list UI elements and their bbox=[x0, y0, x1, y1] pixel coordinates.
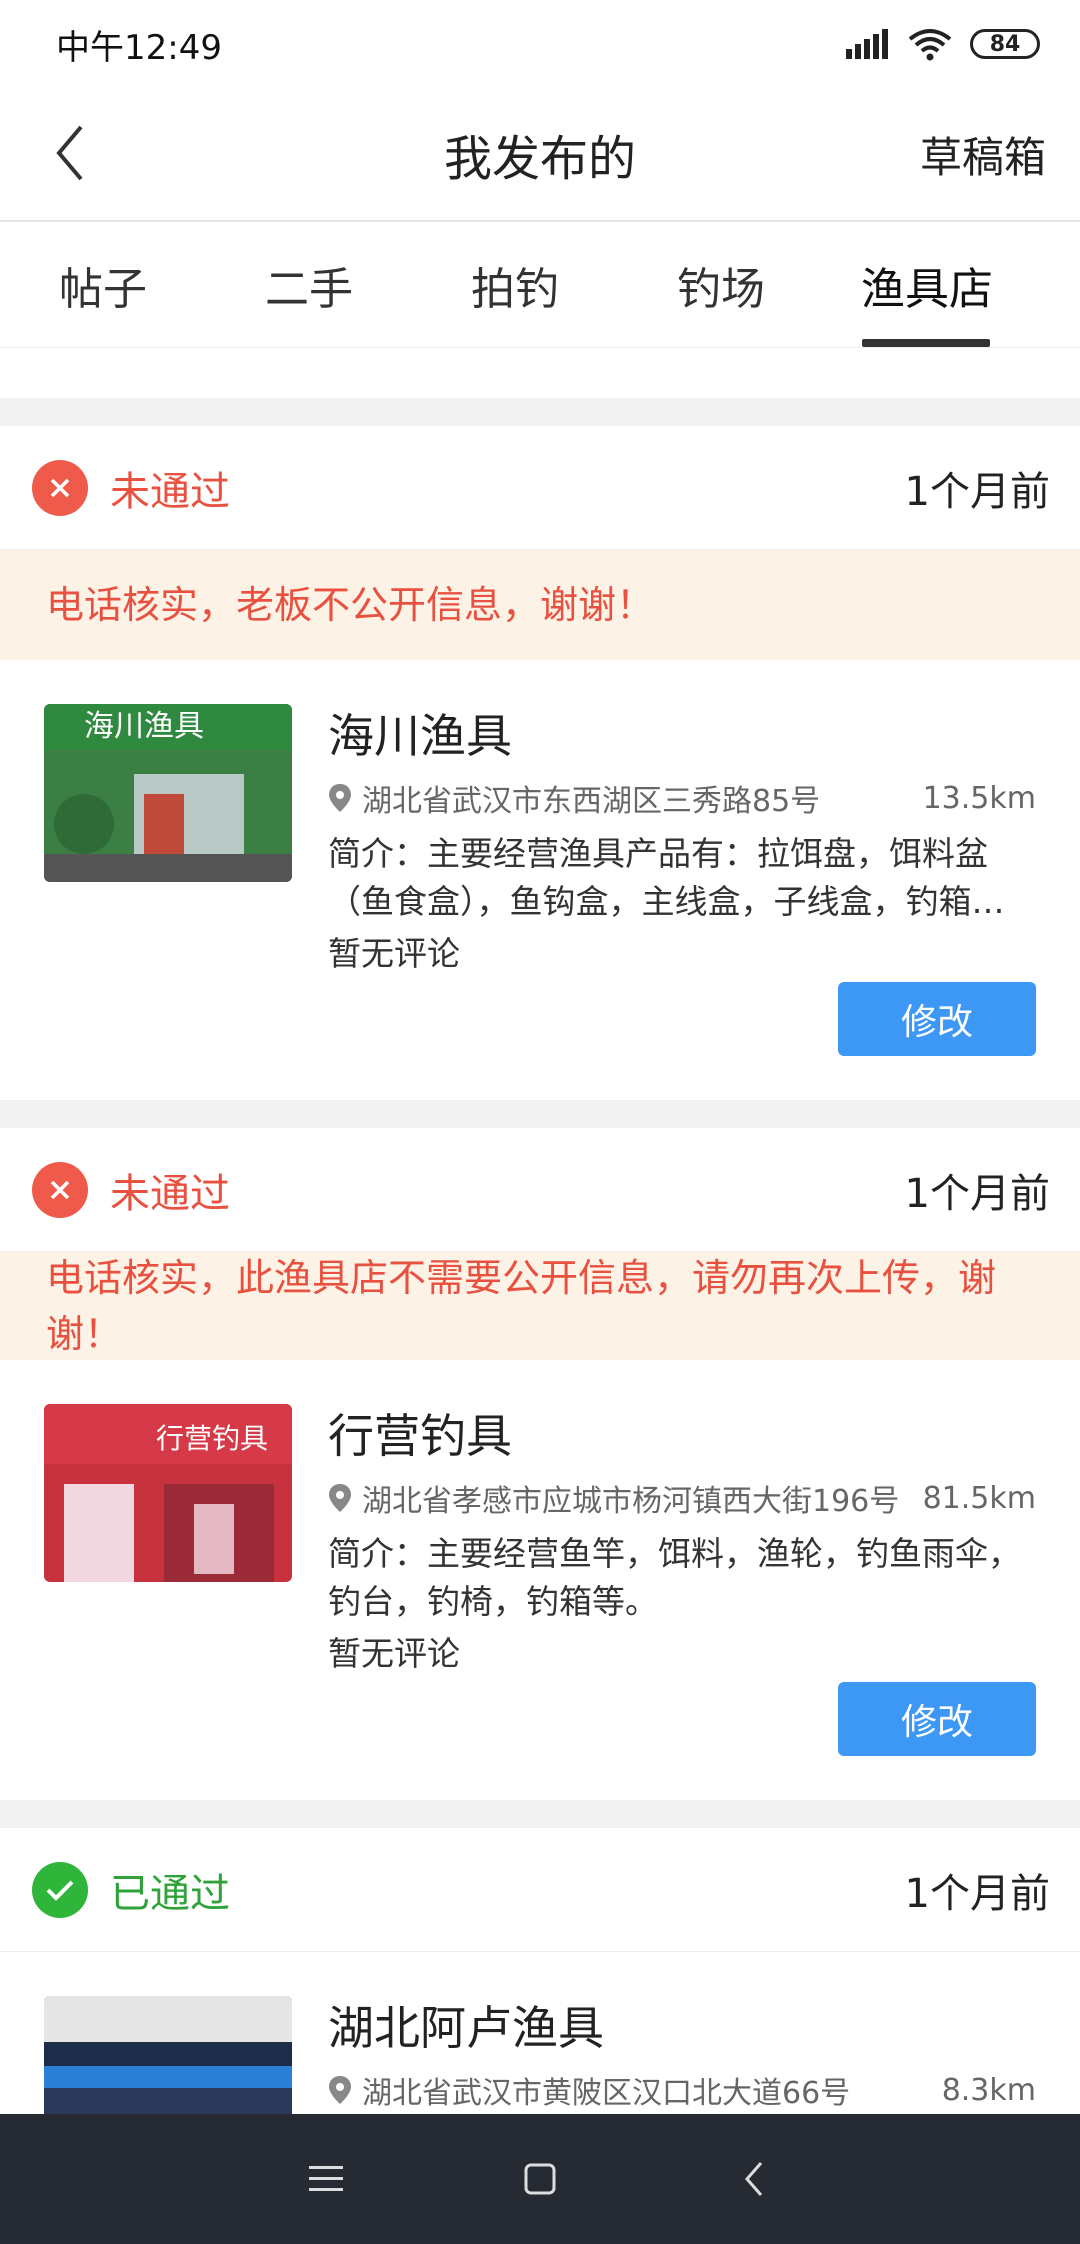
battery-level: 84 bbox=[989, 31, 1021, 57]
tab-second-hand[interactable]: 二手 bbox=[206, 222, 412, 347]
nav-back-button[interactable] bbox=[709, 2134, 799, 2224]
category-tabs: 帖子 二手 拍钓 钓场 渔具店 bbox=[0, 222, 1080, 348]
shop-name: 海川渔具 bbox=[328, 709, 512, 763]
shop-name: 湖北阿卢渔具 bbox=[328, 2001, 604, 2055]
status-label: 未通过 bbox=[110, 468, 230, 515]
post-time: 1个月前 bbox=[904, 468, 1050, 515]
post-card: 已通过 1个月前 湖北阿卢渔具 湖北省武汉市黄陂区汉口北大道66号 8.3km bbox=[0, 1828, 1080, 2114]
battery-indicator: 84 bbox=[970, 29, 1040, 59]
location-pin-icon bbox=[329, 1484, 351, 1512]
post-card: 未通过 1个月前 电话核实，老板不公开信息，谢谢！ 海川渔具 海川渔具 湖北省武… bbox=[0, 426, 1080, 1100]
shop-intro: 简介：主要经营渔具产品有：拉饵盘，饵料盆（鱼食盒），鱼钩盒，主线盒，子线盒，钓箱… bbox=[328, 834, 1005, 921]
shop-distance: 13.5km bbox=[922, 780, 1036, 816]
address-row: 湖北省武汉市东西湖区三秀路85号 13.5km bbox=[328, 776, 1036, 820]
previous-card-remnant bbox=[0, 348, 1080, 398]
system-nav-bar bbox=[0, 2114, 1080, 2244]
shop-name: 行营钓具 bbox=[328, 1409, 512, 1463]
review-count: 暂无评论 bbox=[328, 934, 460, 973]
status-row: 已通过 1个月前 bbox=[0, 1828, 1080, 1952]
tab-label: 二手 bbox=[265, 263, 353, 315]
reject-reason: 电话核实，老板不公开信息，谢谢！ bbox=[0, 550, 1080, 660]
tab-label: 帖子 bbox=[59, 263, 147, 315]
svg-text:海川渔具: 海川渔具 bbox=[84, 709, 204, 744]
post-time: 1个月前 bbox=[904, 1870, 1050, 1917]
reject-reason: 电话核实，此渔具店不需要公开信息，请勿再次上传，谢谢！ bbox=[0, 1252, 1080, 1360]
tab-label: 钓场 bbox=[677, 263, 765, 315]
tab-label: 拍钓 bbox=[471, 263, 559, 315]
shop-address: 湖北省武汉市黄陂区汉口北大道66号 bbox=[362, 2076, 851, 2111]
status-time: 中午12:49 bbox=[56, 27, 222, 68]
active-tab-indicator bbox=[862, 339, 990, 347]
shop-photo: 行营钓具 bbox=[44, 1404, 292, 1582]
shop-distance: 81.5km bbox=[922, 1480, 1036, 1516]
menu-button[interactable] bbox=[281, 2134, 371, 2224]
edit-button[interactable]: 修改 bbox=[838, 1682, 1036, 1756]
draft-box-button[interactable]: 草稿箱 bbox=[920, 124, 1046, 185]
nav-back-icon bbox=[745, 2162, 763, 2196]
shop-photo: 海川渔具 bbox=[44, 704, 292, 882]
svg-text:行营钓具: 行营钓具 bbox=[156, 1422, 268, 1455]
post-card: 未通过 1个月前 电话核实，此渔具店不需要公开信息，请勿再次上传，谢谢！ 行营钓… bbox=[0, 1128, 1080, 1800]
status-bar: 中午12:49 84 bbox=[0, 0, 1080, 88]
menu-icon bbox=[309, 2166, 343, 2191]
shop-item[interactable]: 行营钓具 行营钓具 湖北省孝感市应城市杨河镇西大街196号 81.5km 简介：… bbox=[0, 1360, 1080, 1800]
tab-tackle-shops[interactable]: 渔具店 bbox=[824, 222, 1030, 347]
post-time: 1个月前 bbox=[904, 1170, 1050, 1217]
signal-icon bbox=[846, 29, 888, 59]
location-pin-icon bbox=[329, 784, 351, 812]
page-title: 我发布的 bbox=[443, 131, 636, 187]
status-label: 已通过 bbox=[110, 1870, 230, 1917]
location-pin-icon bbox=[329, 2076, 351, 2104]
shop-address: 湖北省孝感市应城市杨河镇西大街196号 bbox=[362, 1484, 900, 1519]
status-row: 未通过 1个月前 bbox=[0, 426, 1080, 550]
home-square-icon bbox=[524, 2163, 556, 2195]
tab-label: 渔具店 bbox=[861, 263, 993, 315]
review-count: 暂无评论 bbox=[328, 1634, 460, 1673]
approved-icon bbox=[32, 1861, 88, 1918]
post-list[interactable]: 未通过 1个月前 电话核实，老板不公开信息，谢谢！ 海川渔具 海川渔具 湖北省武… bbox=[0, 348, 1080, 2114]
tab-posts[interactable]: 帖子 bbox=[0, 222, 206, 347]
rejected-icon bbox=[32, 1161, 88, 1218]
shop-item[interactable]: 海川渔具 海川渔具 湖北省武汉市东西湖区三秀路85号 13.5km 简介：主要经… bbox=[0, 660, 1080, 1100]
shop-photo bbox=[44, 1996, 292, 2114]
back-button[interactable] bbox=[36, 118, 106, 188]
address-row: 湖北省武汉市黄陂区汉口北大道66号 8.3km bbox=[328, 2068, 1036, 2112]
status-row: 未通过 1个月前 bbox=[0, 1128, 1080, 1252]
address-row: 湖北省孝感市应城市杨河镇西大街196号 81.5km bbox=[328, 1476, 1036, 1520]
status-icons: 84 bbox=[846, 27, 1040, 61]
edit-button[interactable]: 修改 bbox=[838, 982, 1036, 1056]
shop-distance: 8.3km bbox=[941, 2072, 1036, 2108]
reject-reason-text: 电话核实，此渔具店不需要公开信息，请勿再次上传，谢谢！ bbox=[46, 1256, 997, 1356]
home-button[interactable] bbox=[495, 2134, 585, 2224]
reject-reason-text: 电话核实，老板不公开信息，谢谢！ bbox=[46, 583, 655, 627]
status-label: 未通过 bbox=[110, 1170, 230, 1217]
tab-fishing-photos[interactable]: 拍钓 bbox=[412, 222, 618, 347]
back-arrow-icon bbox=[56, 125, 83, 181]
tab-fishing-spots[interactable]: 钓场 bbox=[618, 222, 824, 347]
wifi-icon bbox=[908, 29, 952, 61]
app-header: 我发布的 草稿箱 bbox=[0, 88, 1080, 222]
shop-intro: 简介：主要经营鱼竿，饵料，渔轮，钓鱼雨伞，钓台，钓椅，钓箱等。 bbox=[328, 1534, 1021, 1621]
rejected-icon bbox=[32, 459, 88, 516]
shop-address: 湖北省武汉市东西湖区三秀路85号 bbox=[362, 784, 821, 819]
shop-item[interactable]: 湖北阿卢渔具 湖北省武汉市黄陂区汉口北大道66号 8.3km bbox=[0, 1952, 1080, 2114]
